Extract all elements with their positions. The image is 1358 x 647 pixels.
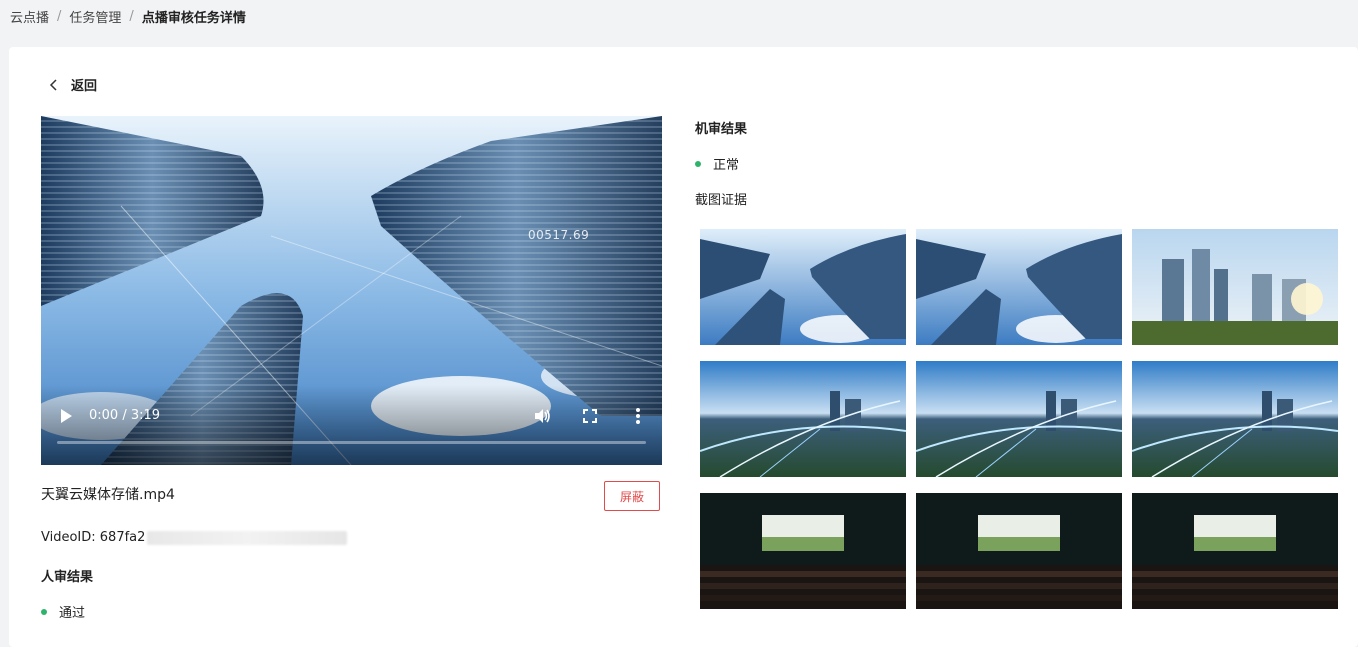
evidence-thumbnail[interactable]: [700, 493, 906, 609]
play-icon[interactable]: [59, 408, 73, 424]
machine-review-status: 正常: [695, 154, 739, 173]
back-button[interactable]: 返回: [47, 75, 97, 94]
video-id-label: VideoID: 687fa2: [41, 530, 146, 545]
human-review-title: 人审结果: [41, 570, 94, 585]
video-player[interactable]: 00517.69 0:00 / 3:19: [41, 116, 662, 465]
more-vertical-icon[interactable]: [635, 407, 641, 425]
human-review-status: 通过: [41, 602, 85, 621]
thumbnail-image: [700, 361, 906, 477]
evidence-thumbnail[interactable]: [1132, 229, 1338, 345]
thumbnail-image: [916, 361, 1122, 477]
thumbnail-image: [700, 493, 906, 609]
breadcrumb-item-vod[interactable]: 云点播: [10, 7, 49, 26]
evidence-thumbnail[interactable]: [916, 229, 1122, 345]
volume-icon[interactable]: [533, 407, 551, 425]
evidence-thumbnail[interactable]: [1132, 493, 1338, 609]
breadcrumb-item-task-management[interactable]: 任务管理: [69, 7, 121, 26]
video-id: VideoID: 687fa2: [41, 530, 348, 545]
evidence-thumbnail[interactable]: [700, 229, 906, 345]
block-button[interactable]: 屏蔽: [604, 481, 660, 511]
machine-review-title: 机审结果: [695, 122, 748, 137]
breadcrumb-separator: /: [57, 9, 62, 24]
controls-gradient: [41, 385, 662, 465]
thumbnail-image: [1132, 493, 1338, 609]
breadcrumb-separator: /: [129, 9, 134, 24]
detail-card: 返回 00517.69 0:00 / 3:19 天翼云媒体存储.mp4 屏蔽 V…: [9, 47, 1358, 647]
thumbnail-image: [916, 493, 1122, 609]
evidence-thumbnail[interactable]: [916, 493, 1122, 609]
video-id-redacted: [147, 530, 348, 545]
human-review-status-label: 通过: [59, 606, 86, 621]
thumbnail-image: [916, 229, 1122, 345]
fullscreen-icon[interactable]: [583, 409, 597, 423]
back-label: 返回: [71, 79, 98, 94]
file-name: 天翼云媒体存储.mp4: [41, 487, 175, 503]
evidence-thumbnail[interactable]: [1132, 361, 1338, 477]
machine-review-status-label: 正常: [713, 158, 740, 173]
status-dot: [41, 608, 47, 615]
video-time: 0:00 / 3:19: [89, 408, 161, 423]
chevron-left-icon: [49, 78, 57, 91]
breadcrumb-item-current: 点播审核任务详情: [141, 11, 246, 26]
video-progress-bar[interactable]: [57, 441, 646, 444]
breadcrumb: 云点播 / 任务管理 / 点播审核任务详情: [10, 7, 246, 26]
status-dot: [695, 160, 701, 167]
evidence-thumbnail[interactable]: [700, 361, 906, 477]
evidence-label: 截图证据: [695, 193, 748, 208]
video-overlay-timestamp: 00517.69: [528, 228, 590, 242]
thumbnail-image: [1132, 229, 1338, 345]
thumbnail-image: [700, 229, 906, 345]
thumbnail-image: [1132, 361, 1338, 477]
evidence-thumbnail[interactable]: [916, 361, 1122, 477]
